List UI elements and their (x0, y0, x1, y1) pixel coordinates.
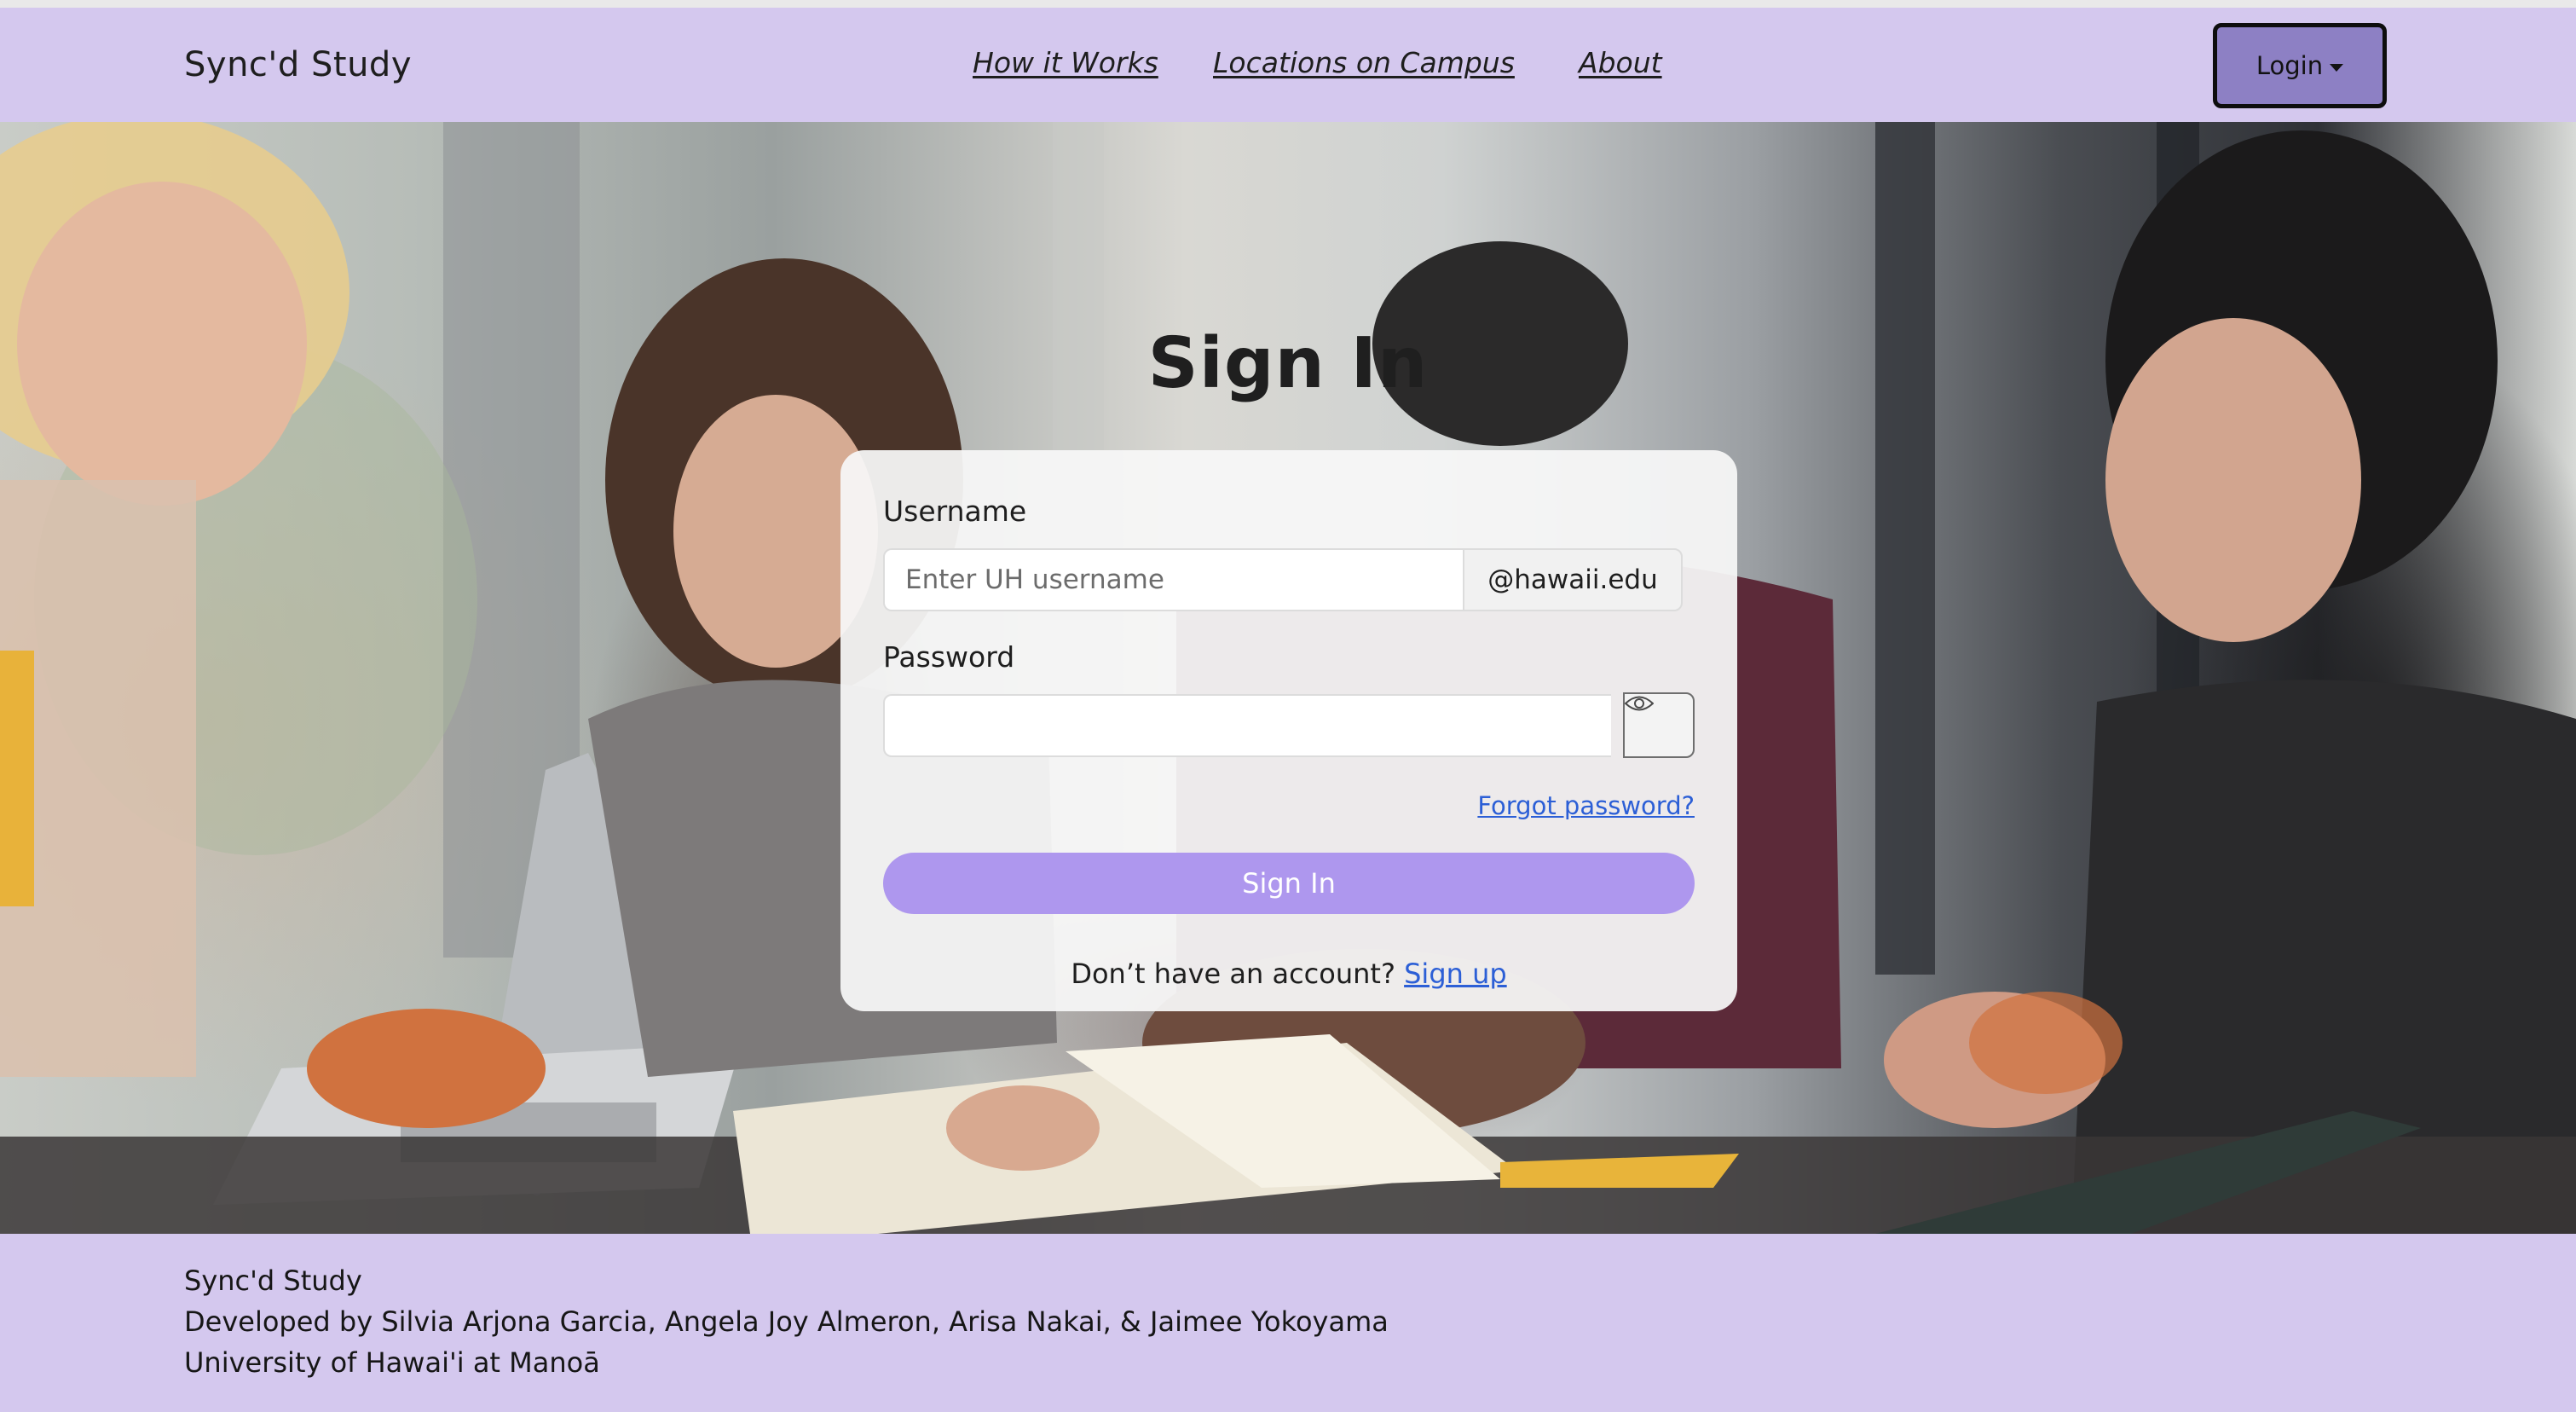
signup-link[interactable]: Sign up (1404, 958, 1507, 990)
signup-row: Don’t have an account? Sign up (840, 958, 1737, 990)
username-input[interactable] (883, 548, 1463, 611)
footer: Sync'd Study Developed by Silvia Arjona … (0, 1234, 2576, 1412)
no-account-text: Don’t have an account? (1071, 958, 1395, 990)
forgot-password-link[interactable]: Forgot password? (1477, 791, 1695, 820)
username-label: Username (883, 495, 1027, 528)
eye-icon (1625, 696, 1654, 711)
signin-card: Username @hawaii.edu Password Forgot pas… (840, 450, 1737, 1011)
nav-link-locations-on-campus[interactable]: Locations on Campus (1213, 46, 1515, 79)
brand-logo-text[interactable]: Sync'd Study (184, 45, 412, 84)
password-input[interactable] (883, 694, 1611, 757)
caret-down-icon (2330, 63, 2344, 72)
nav-link-how-it-works[interactable]: How it Works (973, 46, 1158, 79)
password-label: Password (883, 640, 1015, 674)
navbar: Sync'd Study How it Works Locations on C… (0, 8, 2576, 122)
domain-suffix: @hawaii.edu (1463, 548, 1683, 611)
top-border (0, 0, 2576, 8)
login-dropdown-button[interactable]: Login (2213, 23, 2387, 108)
footer-university: University of Hawai'i at Manoā (184, 1346, 600, 1379)
footer-credits: Developed by Silvia Arjona Garcia, Angel… (184, 1305, 1389, 1338)
nav-link-about[interactable]: About (1579, 46, 1662, 79)
hero-background-photo: Sign In Username @hawaii.edu Password Fo… (0, 122, 2576, 1234)
signin-title: Sign In (1147, 323, 1429, 404)
login-button-label: Login (2255, 51, 2324, 80)
password-visibility-toggle[interactable] (1623, 692, 1695, 758)
footer-app-name: Sync'd Study (184, 1264, 362, 1297)
signin-submit-button[interactable]: Sign In (883, 853, 1695, 914)
